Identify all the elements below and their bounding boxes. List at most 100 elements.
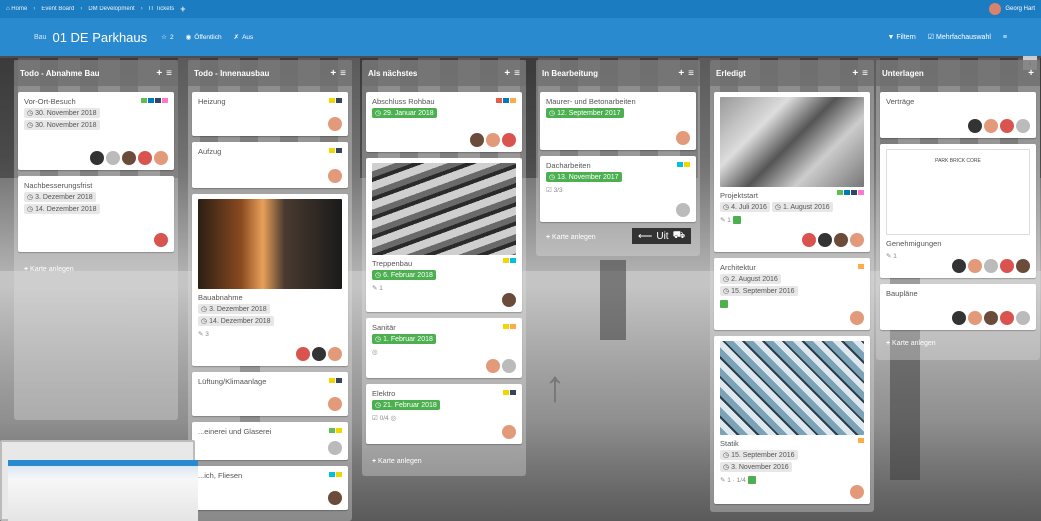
filter-button[interactable]: ▼ Filtern <box>887 34 915 41</box>
card[interactable]: Projektstart ◷ 4. Juli 2016 ◷ 1. August 2… <box>714 92 870 252</box>
overlay-label: Uit <box>656 230 669 242</box>
list-title: Als nächstes <box>368 68 418 78</box>
add-icon[interactable]: + <box>504 68 510 79</box>
breadcrumb-item[interactable]: Event Board <box>41 6 74 12</box>
breadcrumb-separator: › <box>140 6 143 12</box>
list-als-naechstes: Als nächstes + ≡ Abschluss Rohbau ◷ 29. J… <box>362 60 526 476</box>
card[interactable]: PARK BRICK CORE Genehmigungen ✎ 1 <box>880 144 1036 278</box>
card[interactable]: Baupläne <box>880 284 1036 330</box>
board-title[interactable]: 01 DE Parkhaus <box>52 30 147 45</box>
card-title: Sanitär <box>372 323 396 332</box>
card[interactable]: Maurer- und Betonarbeiten ◷ 12. Septembe… <box>540 92 696 150</box>
avatar <box>989 3 1002 15</box>
due-date-complete: ◷ 13. November 2017 <box>546 172 622 182</box>
card[interactable]: Verträge <box>880 92 1036 138</box>
arrow-left-icon: ⟵ <box>638 230 653 242</box>
list-menu-icon[interactable]: ≡ <box>166 68 172 79</box>
user-menu[interactable]: Georg Hart <box>989 3 1035 15</box>
list-menu-icon[interactable]: ≡ <box>340 68 346 79</box>
card[interactable]: Dacharbeiten ◷ 13. November 2017 ☑ 3/3 <box>540 156 696 222</box>
breadcrumb-home[interactable]: ⌂ Home <box>6 6 27 12</box>
card-cover-image <box>372 163 516 255</box>
add-icon[interactable]: + <box>330 68 336 79</box>
due-date-complete: ◷ 6. Februar 2018 <box>372 270 436 280</box>
add-card-button[interactable]: Karte anlegen <box>372 458 422 465</box>
aus-button[interactable]: ✗ Aus <box>234 33 254 42</box>
card-cover-image <box>720 341 864 435</box>
list-header[interactable]: Todo - Abnahme Bau + ≡ <box>14 60 178 86</box>
card-title: Heizung <box>198 97 226 106</box>
star-count-value: 2 <box>169 33 174 41</box>
background-pillar <box>600 260 626 340</box>
list-header[interactable]: Als nächstes + ≡ <box>362 60 526 86</box>
due-date-complete: ◷ 21. Februar 2018 <box>372 400 440 410</box>
list-menu-icon[interactable]: ≡ <box>514 68 520 79</box>
breadcrumb-label: Home <box>11 6 28 12</box>
due-date: ◷ 2. August 2016 <box>720 274 781 284</box>
card-title: Architektur <box>720 263 756 272</box>
inset-screen <box>8 460 198 521</box>
card[interactable]: Heizung <box>192 92 348 136</box>
board-prefix: Bau <box>34 33 47 41</box>
card-title: Dacharbeiten <box>546 161 591 170</box>
card[interactable]: Abschluss Rohbau ◷ 29. Januar 2018 <box>366 92 522 152</box>
add-icon[interactable]: + <box>852 68 858 79</box>
card-title: Statik <box>720 439 739 448</box>
add-board-button[interactable]: + <box>180 4 185 14</box>
add-icon[interactable]: + <box>678 68 684 79</box>
breadcrumb-item[interactable]: DM Development <box>88 6 134 12</box>
list-menu-icon[interactable]: ≡ <box>688 68 694 79</box>
back-overlay-button[interactable]: ⟵ Uit ⛟ <box>632 228 692 244</box>
card[interactable]: Lüftung/Klimaanlage <box>192 372 348 416</box>
card[interactable]: Statik ◷ 15. September 2016 ◷ 3. Novembe… <box>714 336 870 504</box>
breadcrumb-separator: › <box>33 6 36 12</box>
user-name: Georg Hart <box>1005 6 1035 12</box>
card[interactable]: Nachbesserungsfrist ◷ 3. Dezember 2018 ◷… <box>18 176 174 252</box>
aus-label: Aus <box>242 33 254 41</box>
visibility-label: Öffentlich <box>194 33 222 41</box>
list-header[interactable]: Unterlagen + <box>876 60 1040 86</box>
list-header[interactable]: In Bearbeitung + ≡ <box>536 60 700 86</box>
card[interactable]: Vor-Ort-Besuch ◷ 30. November 2018 ◷ 30.… <box>18 92 174 170</box>
breadcrumb-item[interactable]: IT Tickets <box>149 6 175 12</box>
due-date: ◷ 3. Dezember 2018 <box>198 304 270 314</box>
document-preview: PARK BRICK CORE <box>886 149 1030 235</box>
due-date: ◷ 15. September 2016 <box>720 286 798 296</box>
visibility-button[interactable]: ◉ Öffentlich <box>186 33 222 42</box>
card-badge: ◎ <box>372 349 378 356</box>
due-date: ◷ 30. November 2018 <box>24 120 100 130</box>
list-header[interactable]: Todo - Innenausbau + ≡ <box>188 60 352 86</box>
card-title: Bauabnahme <box>198 293 243 302</box>
card-title: Nachbesserungsfrist <box>24 181 93 190</box>
list-header[interactable]: Erledigt + ≡ <box>710 60 874 86</box>
add-card-button[interactable]: Karte anlegen <box>24 266 74 273</box>
card[interactable]: Architektur ◷ 2. August 2016 ◷ 15. Septe… <box>714 258 870 330</box>
list-menu-icon[interactable]: ≡ <box>862 68 868 79</box>
top-navigation: ⌂ Home › Event Board › DM Development › … <box>0 0 1041 18</box>
add-card-button[interactable]: Karte anlegen <box>546 234 596 241</box>
card[interactable]: Elektro ◷ 21. Februar 2018 ☑ 0/4 ◎ <box>366 384 522 444</box>
add-icon[interactable]: + <box>1028 68 1034 79</box>
card[interactable]: Aufzug <box>192 142 348 188</box>
add-card-button[interactable]: Karte anlegen <box>886 340 936 347</box>
card[interactable]: Treppenbau ◷ 6. Februar 2018 ✎ 1 <box>366 158 522 312</box>
card-title: Verträge <box>886 97 915 106</box>
card[interactable]: ...einerei und Glaserei <box>192 422 348 460</box>
add-icon[interactable]: + <box>156 68 162 79</box>
card-title: Aufzug <box>198 147 222 156</box>
due-date-complete: ◷ 1. Februar 2018 <box>372 334 436 344</box>
card[interactable]: Bauabnahme ◷ 3. Dezember 2018 ◷ 14. Deze… <box>192 194 348 366</box>
card-title: Maurer- und Betonarbeiten <box>546 97 636 106</box>
card[interactable]: Sanitär ◷ 1. Februar 2018 ◎ <box>366 318 522 378</box>
document-title: PARK BRICK CORE <box>935 158 981 164</box>
menu-icon[interactable]: ≡ <box>1003 34 1007 41</box>
card-title: Lüftung/Klimaanlage <box>198 377 267 386</box>
due-date: ◷ 4. Juli 2016 <box>720 202 770 212</box>
list-todo-abnahme-bau: Todo - Abnahme Bau + ≡ Vor-Ort-Besuch ◷ 3… <box>14 60 178 420</box>
card[interactable]: ...ich, Fliesen <box>192 466 348 510</box>
list-erledigt: Erledigt + ≡ Projektstart ◷ 4. Juli 2016 ◷… <box>710 60 874 512</box>
filter-icon: ▼ <box>887 33 895 41</box>
star-count[interactable]: ☆ 2 <box>161 33 174 42</box>
star-icon: ☆ <box>161 34 167 41</box>
multi-select-button[interactable]: ☑ Mehrfachauswahl <box>928 33 991 41</box>
